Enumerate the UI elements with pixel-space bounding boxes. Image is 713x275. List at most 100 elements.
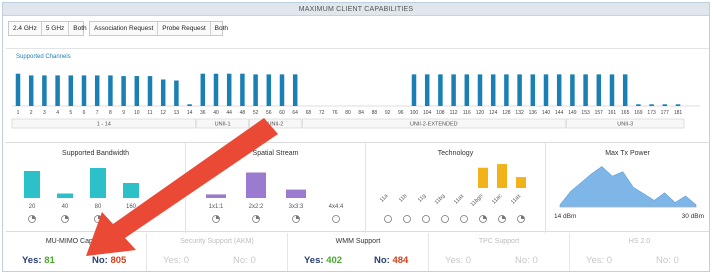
channel-bar-52 (253, 74, 258, 106)
channel-bar-181 (675, 104, 681, 106)
band-2-4ghz-button[interactable]: 2.4 GHz (9, 22, 42, 35)
tpc-support-yes-count: 0 (465, 255, 472, 266)
channel-group-label-1: UNII-1 (215, 122, 231, 128)
channel-tick-80: 80 (345, 110, 351, 116)
channel-tick-100: 100 (410, 110, 419, 116)
tx-power-chart: 14 dBm 30 dBm (554, 166, 704, 220)
bw-chart-label-2: 80 (95, 204, 102, 210)
bandwidth-panel: Supported Bandwidth 20 40 80 160 (6, 143, 186, 233)
technology-pie-icon-2 (422, 215, 430, 223)
channel-bar-149 (570, 74, 575, 106)
channel-tick-161: 161 (608, 110, 617, 116)
association-request-button[interactable]: Association Request (90, 22, 159, 35)
wmm-support-yes: Yes: 402 (304, 255, 343, 266)
channel-tick-36: 36 (200, 110, 206, 116)
tech-chart-label-3: 11bg (434, 193, 447, 206)
bw-chart-bar-0 (24, 171, 40, 198)
tech-chart-bar-5 (478, 167, 488, 188)
tx-power-max-label: 30 dBm (682, 213, 704, 220)
wmm-support-yes-count: 402 (326, 255, 343, 266)
tx-power-panel: Max Tx Power 14 dBm 30 dBm (546, 143, 709, 233)
channel-bar-48 (240, 73, 245, 106)
mu-mimo-yes-count: 81 (44, 255, 55, 266)
tpc-support-title: TPC Support (478, 238, 520, 245)
channel-tick-4: 4 (56, 110, 59, 116)
channel-bar-5 (68, 75, 74, 106)
channel-group-label-3: UNII-2-EXTENDED (410, 122, 458, 128)
channel-tick-116: 116 (463, 110, 471, 116)
tech-chart-label-0: 11a (379, 193, 390, 204)
band-filter: 2.4 GHz 5 GHz Both (8, 21, 87, 36)
channel-tick-48: 48 (240, 110, 246, 116)
channel-tick-64: 64 (292, 110, 298, 116)
channel-bar-10 (134, 76, 140, 106)
channel-tick-1: 1 (17, 110, 20, 116)
channel-tick-181: 181 (674, 110, 683, 116)
channel-tick-136: 136 (529, 110, 538, 116)
channel-bar-153 (583, 74, 588, 106)
ss-chart-label-2: 3x3:3 (289, 204, 304, 210)
mu-mimo-no-count: 805 (110, 255, 127, 266)
channel-tick-60: 60 (279, 110, 285, 116)
ss-chart-pie-icon-1 (252, 215, 260, 223)
channel-bar-2 (28, 75, 34, 106)
tpc-support-no-count: 0 (532, 255, 538, 266)
channel-tick-84: 84 (358, 110, 364, 116)
request-both-button[interactable]: Both (211, 22, 232, 35)
technology-panel: Technology 11a 11b 11g 11bg 11ax 11bgn 11ac 11a… (366, 143, 546, 233)
channel-tick-124: 124 (489, 110, 498, 116)
channel-tick-153: 153 (581, 110, 590, 116)
spatial-stream-chart: 1x1:1 2x2:2 3x3:3 4x4:4 (206, 172, 344, 223)
band-both-button[interactable]: Both (69, 22, 90, 35)
channel-tick-128: 128 (502, 110, 511, 116)
mu-mimo-card[interactable]: MU-MIMO Capable Yes: 81 No: 805 (6, 233, 147, 271)
channel-tick-14: 14 (187, 110, 193, 116)
channel-tick-157: 157 (595, 110, 604, 116)
channel-bar-173 (649, 104, 654, 106)
band-5ghz-button[interactable]: 5 GHz (42, 22, 70, 35)
hs20-title: HS 2.0 (628, 238, 651, 245)
security-support-card[interactable]: Security Support (AKM) Yes: 0 No: 0 (147, 233, 288, 271)
supported-channels-chart: 1 2 3 4 5 6 7 8 9 10 11 12 13 14 36 40 44 48 52 56 60 64 68 72 7… (11, 73, 700, 129)
channel-tick-132: 132 (515, 110, 524, 116)
channel-tick-8: 8 (109, 110, 112, 116)
tpc-support-card[interactable]: TPC Support Yes: 0 No: 0 (429, 233, 570, 271)
technology-pie-icon-3 (441, 215, 449, 223)
channel-tick-12: 12 (160, 110, 166, 116)
bw-chart-label-1: 40 (62, 204, 69, 210)
channel-tick-96: 96 (398, 110, 404, 116)
channel-bar-100 (411, 74, 417, 106)
ss-chart-pie-icon-2 (292, 215, 300, 223)
security-support-yes: Yes: 0 (163, 255, 190, 266)
capability-charts-row: Supported Bandwidth 20 40 80 160 Spatial St… (6, 142, 709, 233)
wmm-support-title: WMM Support (335, 238, 381, 245)
channel-bar-140 (543, 74, 549, 106)
channel-tick-173: 173 (647, 110, 656, 116)
channel-tick-104: 104 (423, 110, 432, 116)
spatial-stream-panel: Spatial Stream 1x1:1 2x2:2 3x3:3 4x4:4 (186, 143, 366, 233)
bw-chart-bar-3 (123, 183, 139, 198)
channel-tick-10: 10 (134, 110, 140, 116)
ss-chart-label-0: 1x1:1 (209, 204, 224, 210)
capability-summary-row: MU-MIMO Capable Yes: 81 No: 805 Security… (6, 233, 709, 271)
ss-chart-pie-icon-0 (212, 215, 220, 223)
wmm-support-card[interactable]: WMM Support Yes: 402 No: 484 (288, 233, 429, 271)
channel-bar-6 (81, 75, 87, 106)
technology-pie-icon-0 (384, 215, 392, 223)
channel-group-label-4: UNII-3 (617, 122, 633, 128)
channel-bar-112 (451, 74, 456, 106)
channel-bar-8 (108, 75, 113, 106)
channel-bar-14 (187, 104, 192, 106)
channel-tick-56: 56 (266, 110, 272, 116)
channel-tick-149: 149 (568, 110, 577, 116)
ss-chart-label-3: 4x4:4 (329, 204, 344, 210)
security-support-no: No: 0 (233, 255, 256, 266)
hs20-card[interactable]: HS 2.0 Yes: 0 No: 0 (570, 233, 709, 271)
channel-bar-56 (266, 74, 272, 106)
probe-request-button[interactable]: Probe Request (158, 22, 211, 35)
technology-pie-icon-6 (498, 215, 506, 223)
channel-bar-161 (609, 74, 615, 106)
bw-chart-bar-2 (90, 168, 106, 198)
channel-bar-169 (636, 104, 641, 106)
hs20-yes: Yes: 0 (586, 255, 613, 266)
